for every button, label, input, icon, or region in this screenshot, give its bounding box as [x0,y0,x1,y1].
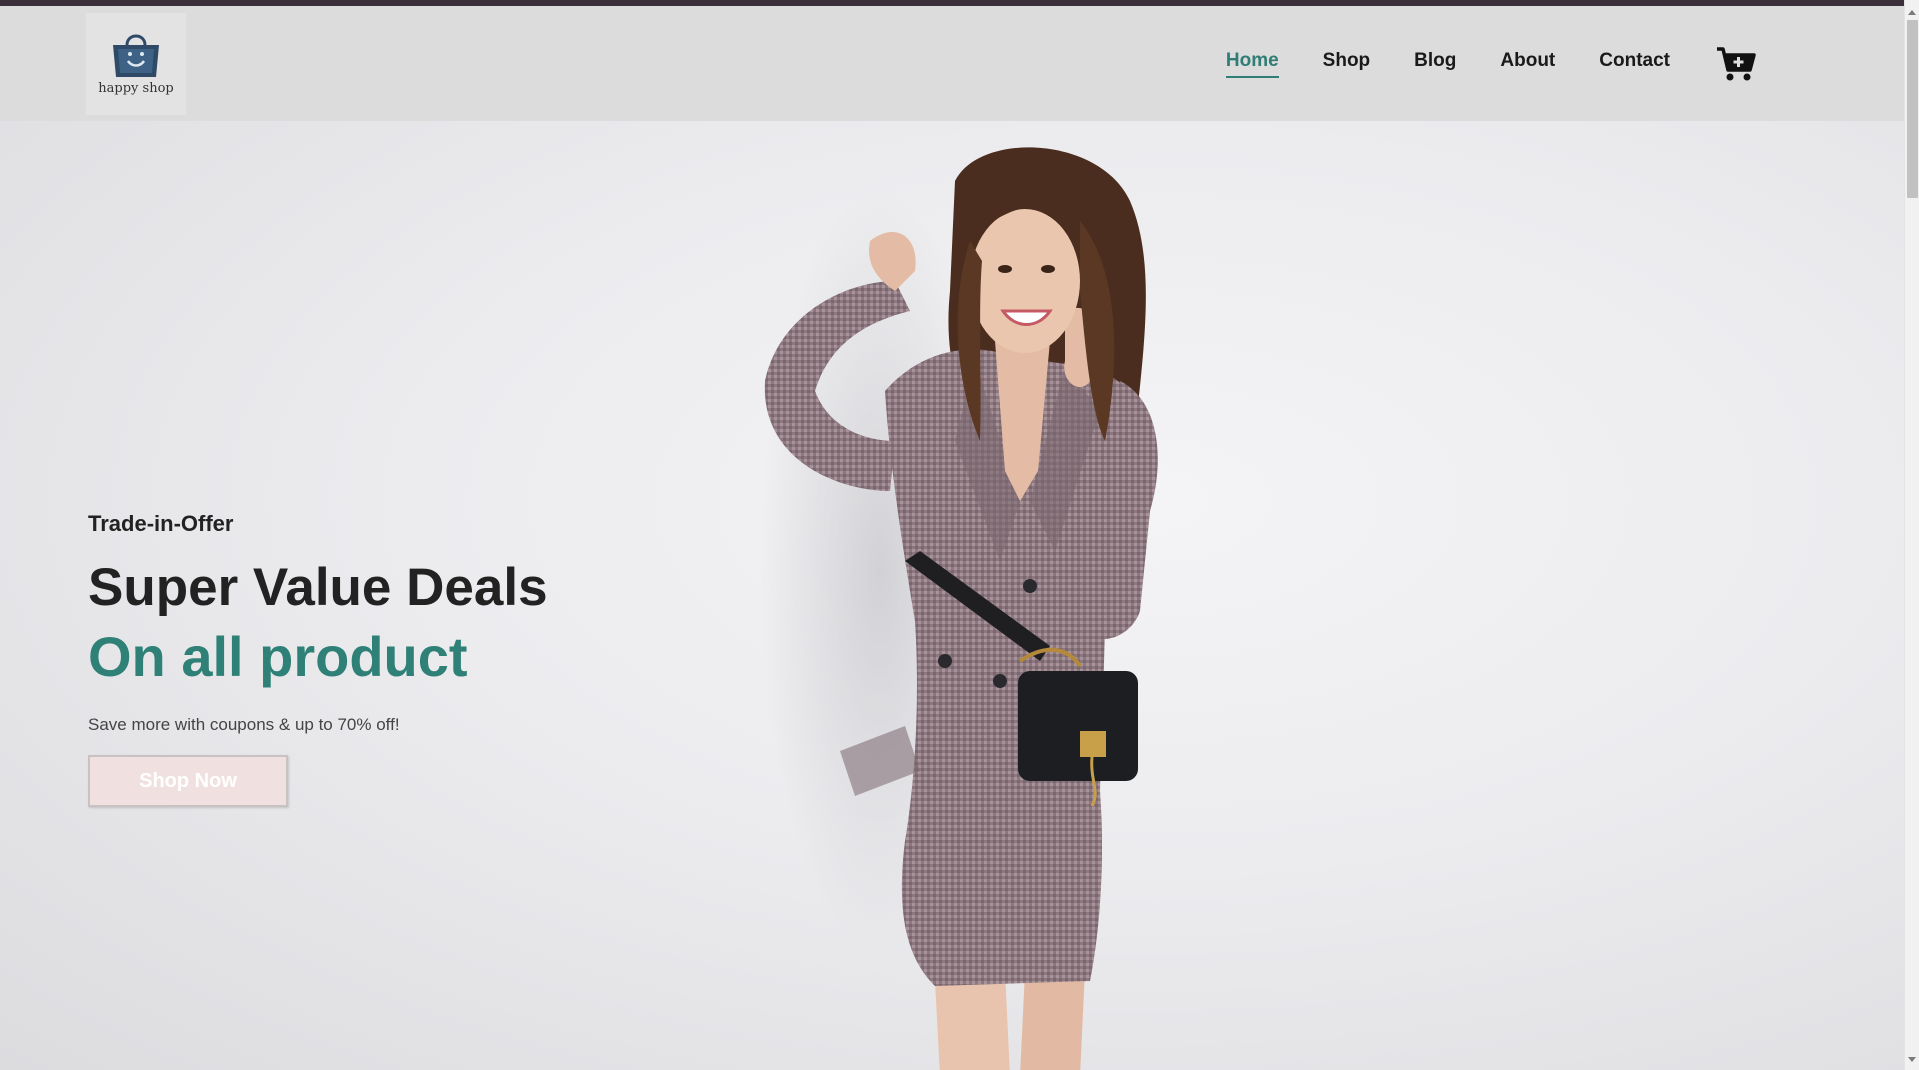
cart-plus-icon[interactable] [1716,46,1756,82]
shop-now-button[interactable]: Shop Now [88,755,288,807]
site-header: happy shop Home Shop Blog About Contact [0,6,1904,121]
scroll-up-arrow-icon[interactable] [1908,10,1916,15]
hero-model-image [760,147,1158,1070]
nav-about[interactable]: About [1500,50,1555,78]
hero-headline: Super Value Deals [88,558,548,617]
scrollbar-thumb[interactable] [1907,20,1918,198]
hero-subtext: Save more with coupons & up to 70% off! [88,715,400,734]
nav-home[interactable]: Home [1225,50,1279,78]
nav-shop[interactable]: Shop [1323,50,1371,78]
hero-headline-accent: On all product [88,625,468,688]
hero-banner: Trade-in-Offer Super Value Deals On all … [0,121,1904,1070]
page-scrollbar[interactable] [1904,0,1919,1070]
nav-blog[interactable]: Blog [1414,50,1456,78]
hero-content: Trade-in-Offer Super Value Deals On all … [88,511,548,807]
logo-text: happy shop [98,81,174,96]
hero-eyebrow: Trade-in-Offer [88,511,234,536]
logo[interactable]: happy shop [86,12,186,115]
scroll-down-arrow-icon[interactable] [1908,1057,1916,1062]
main-nav: Home Shop Blog About Contact [1225,46,1756,82]
nav-contact[interactable]: Contact [1599,50,1670,78]
shopping-bag-logo-icon [113,34,159,77]
